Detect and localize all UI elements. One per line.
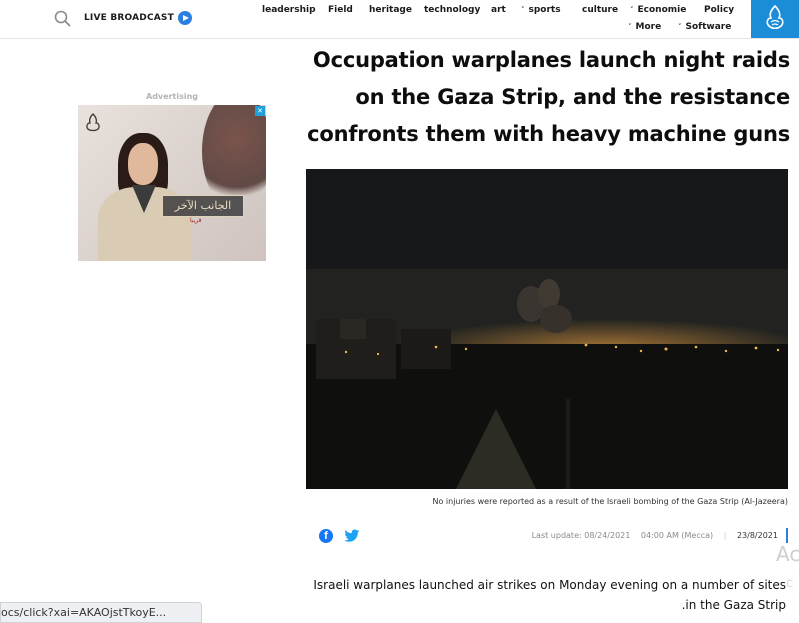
ad-program-title: الجانب الآخر [162,195,244,217]
nav-item-heritage[interactable]: heritage [369,5,412,15]
nav-item-field[interactable]: Field [328,5,353,15]
nav-item-economie[interactable]: ˅ Economie [630,5,686,15]
chevron-down-icon: ˅ [630,6,634,14]
nav-item-more[interactable]: ˅ More [628,22,661,32]
nav-item-technology[interactable]: technology [424,5,480,15]
ad-program-subtitle: قريبا [190,217,202,224]
search-icon[interactable] [54,10,72,28]
aljazeera-logo-icon [86,113,100,132]
publish-date: 23/8/2021 [736,531,778,540]
aljazeera-logo-icon[interactable] [751,0,799,38]
overlay-ghost-text: Ac [776,542,799,566]
ad-close-icon[interactable]: ✕ [255,106,265,116]
nav-item-leadership[interactable]: leadership [262,5,316,15]
play-icon [177,11,192,25]
status-bar-url: ocs/click?xai=AKAOjstTkoyE... [0,602,202,623]
nav-label: technology [424,5,481,15]
chevron-down-icon: ˅ [628,23,632,31]
nav-item-art[interactable]: art [491,5,506,15]
nav-label: leadership [262,5,316,15]
nav-label: art [491,5,506,15]
nav-item-software[interactable]: ˅ Software [678,22,731,32]
twitter-icon[interactable] [344,529,360,543]
night-city-scene [306,169,788,489]
nav-label: heritage [369,5,412,15]
divider: | [723,531,727,540]
site-header: LIVE BROADCAST leadership Field heritage… [0,0,799,39]
advertisement[interactable]: الجانب الآخر قريبا ✕ [78,105,266,261]
nav-label: Policy [704,5,735,15]
nav-label: More [635,22,662,32]
nav-label: sports [528,5,561,15]
photo-caption: No injuries were reported as a result of… [432,497,788,506]
ad-label: Advertising [146,92,198,101]
chevron-down-icon: ˅ [521,6,525,14]
nav-label: Software [685,22,732,32]
overlay-ghost-text-2: c [786,576,794,591]
article-body-paragraph: Israeli warplanes launched air strikes o… [313,578,786,612]
accent-bar [786,528,788,543]
article-timestamp: Last update: 08/24/2021 04:00 AM (Mecca)… [532,531,778,540]
last-update-text: Last update: 08/24/2021 [531,531,631,540]
nav-label: Field [328,5,353,15]
article-headline: Occupation warplanes launch night raids … [307,48,790,146]
nav-label: culture [582,5,619,15]
live-broadcast-link[interactable]: LIVE BROADCAST [84,11,192,25]
nav-label: Economie [637,5,687,15]
article-meta-row: f Last update: 08/24/2021 04:00 AM (Mecc… [306,528,788,546]
article-photo [306,169,788,489]
nav-item-culture[interactable]: culture [582,5,618,15]
nav-item-sports[interactable]: ˅ sports [521,5,561,15]
update-time-text: 04:00 AM (Mecca) [640,531,714,540]
ad-presenter-face [128,143,158,185]
facebook-icon[interactable]: f [319,529,333,543]
live-broadcast-label: LIVE BROADCAST [84,13,174,23]
nav-item-policy[interactable]: Policy [704,5,734,15]
chevron-down-icon: ˅ [678,23,682,31]
